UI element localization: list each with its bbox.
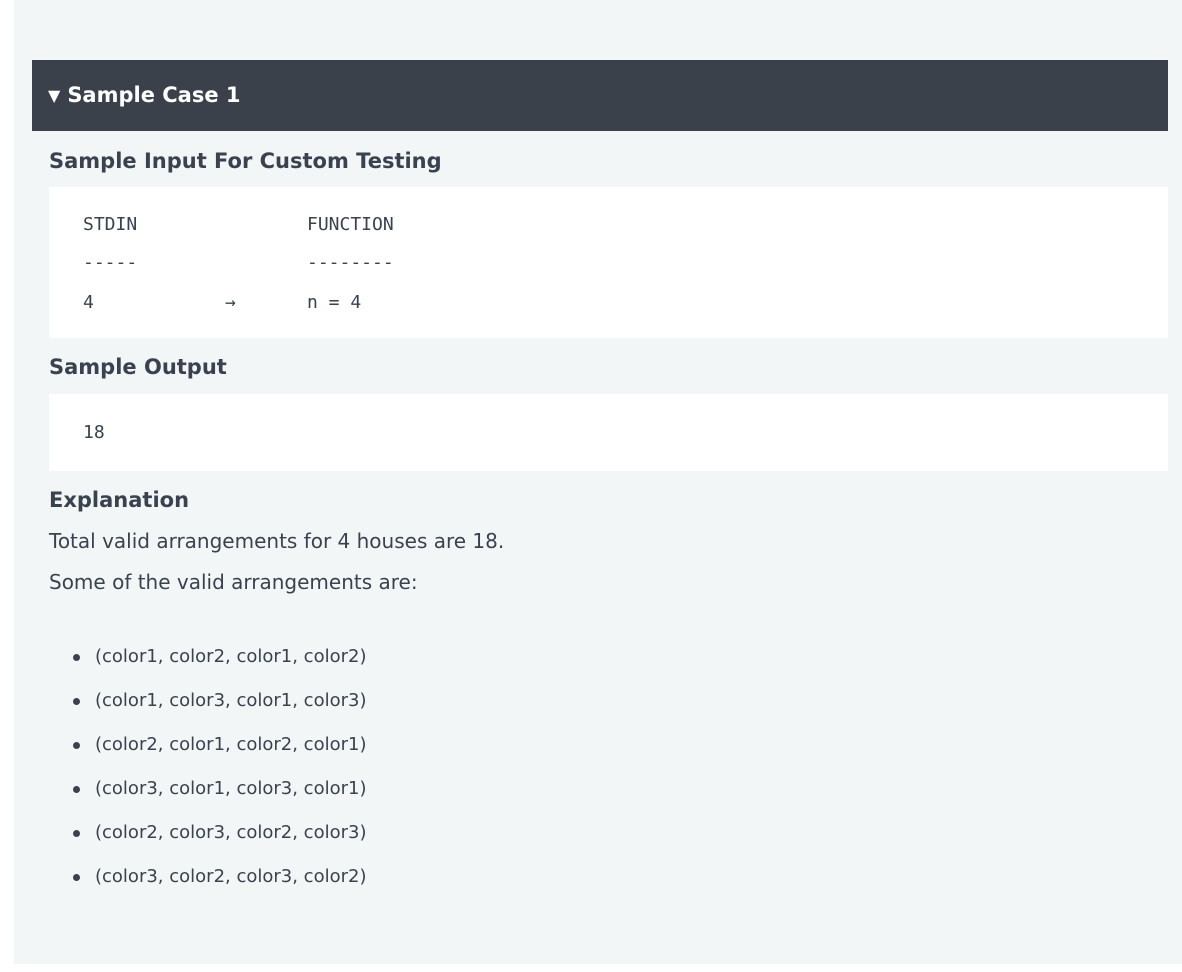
stdin-value: 4: [83, 292, 94, 313]
triangle-down-icon: ▼: [48, 86, 61, 105]
sample-case-toggle[interactable]: ▼ Sample Case 1: [32, 60, 1168, 131]
bullet-icon: [73, 786, 80, 793]
function-value: n = 4: [307, 292, 362, 313]
arrow-icon: →: [225, 292, 236, 313]
stdin-header: STDIN: [83, 214, 138, 235]
sample-case-title: Sample Case 1: [67, 83, 241, 107]
bullet-icon: [73, 698, 80, 705]
list-item: (color2, color1, color2, color1): [49, 728, 366, 772]
explanation-heading: Explanation: [49, 488, 190, 512]
list-item: (color3, color1, color3, color1): [49, 772, 366, 816]
bullet-icon: [73, 654, 80, 661]
sample-input-box: STDIN FUNCTION ----- -------- 4 → n = 4: [49, 187, 1168, 338]
list-item: (color2, color3, color2, color3): [49, 816, 366, 860]
sample-output-value: 18: [83, 422, 105, 443]
bullet-icon: [73, 874, 80, 881]
arrangement-list: (color1, color2, color1, color2) (color1…: [49, 640, 366, 904]
explanation-line-1: Total valid arrangements for 4 houses ar…: [49, 529, 505, 553]
sample-input-heading: Sample Input For Custom Testing: [49, 149, 442, 173]
bullet-icon: [73, 830, 80, 837]
list-item: (color3, color2, color3, color2): [49, 860, 366, 904]
sample-output-heading: Sample Output: [49, 355, 227, 379]
list-item: (color1, color2, color1, color2): [49, 640, 366, 684]
explanation-line-2: Some of the valid arrangements are:: [49, 570, 418, 594]
list-item: (color1, color3, color1, color3): [49, 684, 366, 728]
bullet-icon: [73, 742, 80, 749]
function-rule: --------: [307, 252, 394, 273]
function-header: FUNCTION: [307, 214, 394, 235]
sample-output-box: 18: [49, 394, 1168, 471]
stdin-rule: -----: [83, 252, 138, 273]
